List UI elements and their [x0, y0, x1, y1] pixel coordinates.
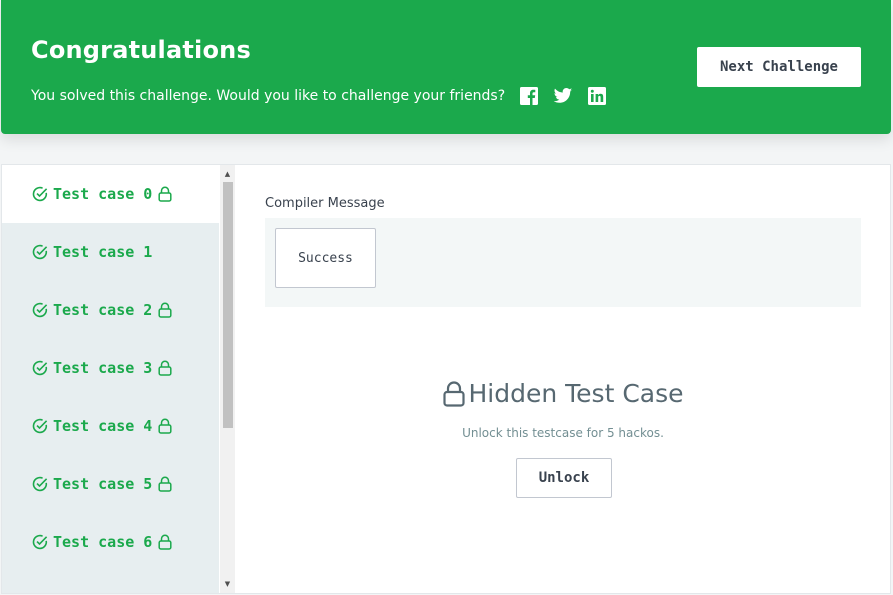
check-circle-icon: [32, 418, 48, 434]
check-circle-icon: [32, 244, 48, 260]
check-circle-icon: [32, 476, 48, 492]
testcase-item[interactable]: Test case 0: [2, 165, 219, 223]
banner-subtitle: You solved this challenge. Would you lik…: [31, 88, 506, 104]
testcase-item[interactable]: Test case 2: [2, 281, 219, 339]
lock-icon: [158, 360, 172, 376]
lock-icon: [158, 476, 172, 492]
lock-icon: [443, 380, 466, 407]
lock-icon: [158, 534, 172, 550]
testcase-item[interactable]: Test case 4: [2, 397, 219, 455]
scroll-up-arrow-icon[interactable]: ▲: [220, 167, 235, 181]
unlock-cost-text: Unlock this testcase for 5 hackos.: [462, 426, 664, 440]
banner-subtitle-row: You solved this challenge. Would you lik…: [31, 86, 607, 106]
facebook-icon[interactable]: [519, 86, 539, 106]
twitter-icon[interactable]: [553, 86, 573, 106]
testcase-label: Test case 4: [53, 417, 153, 435]
testcase-label: Test case 2: [53, 301, 153, 319]
testcase-panel: Test case 0 Test case 1 Test case 2 Test ca…: [1, 164, 891, 594]
compiler-message-value: Success: [275, 228, 376, 288]
testcase-label: Test case 1: [53, 243, 153, 261]
testcase-item[interactable]: Test case 5: [2, 455, 219, 513]
testcase-label: Test case 3: [53, 359, 153, 377]
lock-icon: [158, 418, 172, 434]
testcase-detail: Compiler Message Success Hidden Test Cas…: [235, 165, 890, 593]
next-challenge-button[interactable]: Next Challenge: [697, 47, 861, 87]
testcase-label: Test case 0: [53, 185, 153, 203]
scroll-down-arrow-icon[interactable]: ▼: [220, 577, 235, 591]
unlock-button[interactable]: Unlock: [516, 458, 612, 498]
check-circle-icon: [32, 186, 48, 202]
testcase-item[interactable]: Test case 3: [2, 339, 219, 397]
testcase-label: Test case 6: [53, 533, 153, 551]
linkedin-icon[interactable]: [587, 86, 607, 106]
testcase-item[interactable]: Test case 6: [2, 513, 219, 571]
lock-icon: [158, 302, 172, 318]
compiler-message-box: Success: [265, 218, 861, 307]
check-circle-icon: [32, 302, 48, 318]
scrollbar-thumb[interactable]: [223, 182, 233, 428]
success-banner: Congratulations You solved this challeng…: [1, 0, 891, 134]
hidden-test-case-heading: Hidden Test Case: [235, 379, 891, 408]
check-circle-icon: [32, 534, 48, 550]
testcase-item[interactable]: Test case 1: [2, 223, 219, 281]
check-circle-icon: [32, 360, 48, 376]
testcase-label: Test case 5: [53, 475, 153, 493]
testcase-sidebar: Test case 0 Test case 1 Test case 2 Test ca…: [2, 165, 219, 593]
compiler-message-label: Compiler Message: [265, 196, 385, 211]
lock-icon: [158, 186, 172, 202]
hidden-test-case-title: Hidden Test Case: [468, 379, 684, 408]
sidebar-scrollbar[interactable]: ▲ ▼: [220, 165, 235, 593]
banner-title: Congratulations: [31, 36, 251, 64]
